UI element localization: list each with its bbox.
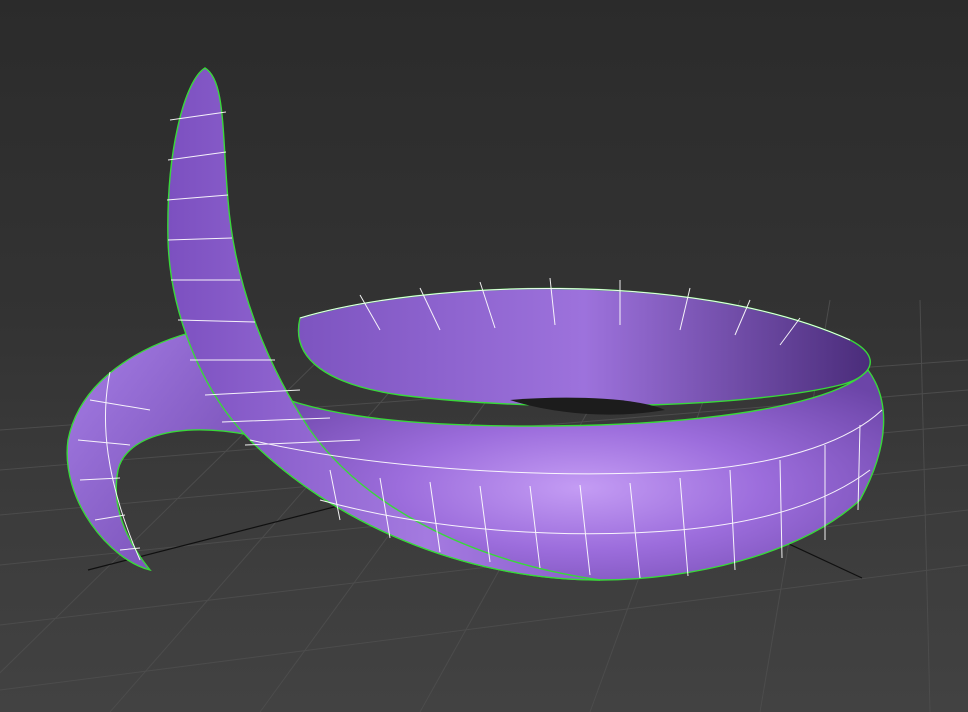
ring-inner-wall[interactable] — [297, 287, 871, 407]
viewport-canvas[interactable] — [0, 0, 968, 712]
3d-viewport[interactable] — [0, 0, 968, 712]
